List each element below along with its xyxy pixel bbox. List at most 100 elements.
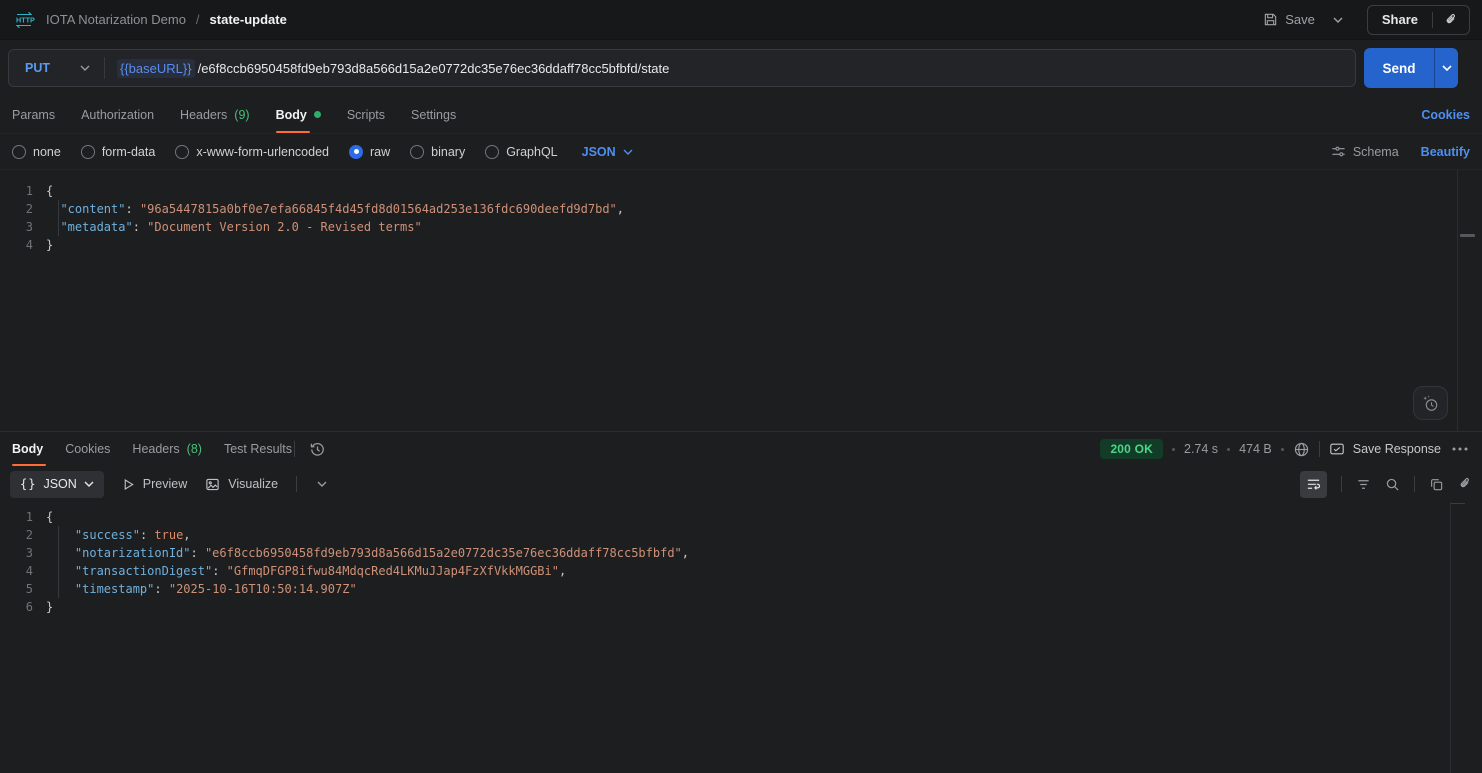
editor-scrollbar-thumb[interactable] <box>1460 234 1475 237</box>
raw-language-dropdown[interactable]: JSON <box>582 145 633 159</box>
body-type-graphql[interactable]: GraphQL <box>485 144 558 159</box>
body-type-form-data[interactable]: form-data <box>80 144 156 159</box>
breadcrumb: HTTP IOTA Notarization Demo / state-upda… <box>12 10 287 30</box>
tab-scripts[interactable]: Scripts <box>347 96 385 133</box>
indent-guide <box>58 526 59 598</box>
preview-button[interactable]: Preview <box>122 477 187 491</box>
status-badge[interactable]: 200 OK <box>1100 439 1163 459</box>
code-line: 4} <box>0 236 1482 254</box>
code-line: 3 "metadata": "Document Version 2.0 - Re… <box>0 218 1482 236</box>
more-options-button[interactable] <box>1450 445 1470 453</box>
save-response-button[interactable]: Save Response <box>1329 441 1441 457</box>
viewer-scroll-gutter <box>1450 502 1451 773</box>
response-header: Body Cookies Headers (8) Test Results 20… <box>0 432 1482 466</box>
body-type-binary[interactable]: binary <box>410 144 465 159</box>
url-path: /e6f8ccb6950458fd9eb793d8a566d15a2e0772d… <box>197 60 670 76</box>
tab-label: Params <box>12 107 56 122</box>
line-number: 2 <box>25 202 33 216</box>
tab-settings[interactable]: Settings <box>411 96 456 133</box>
tab-params[interactable]: Params <box>12 96 55 133</box>
beautify-button[interactable]: Beautify <box>1421 145 1470 159</box>
line-number: 6 <box>25 600 33 614</box>
copy-link-response-button[interactable] <box>1458 477 1472 491</box>
breadcrumb-request-name[interactable]: state-update <box>210 12 287 27</box>
code-line: 2 "success": true, <box>0 526 1482 544</box>
method-selector[interactable]: PUT <box>9 61 104 75</box>
url-variable-chip[interactable]: {{baseURL}} <box>117 58 195 78</box>
code-line: 1{ <box>0 508 1482 526</box>
braces-icon: {} <box>20 477 37 491</box>
copy-button[interactable] <box>1429 477 1444 492</box>
response-tab-body[interactable]: Body <box>12 432 47 466</box>
body-type-options: none form-data x-www-form-urlencoded raw… <box>12 144 633 159</box>
response-tab-cookies[interactable]: Cookies <box>65 432 110 466</box>
copy-link-button[interactable] <box>1433 6 1469 34</box>
copy-icon <box>1429 477 1444 492</box>
link-icon <box>1444 13 1458 27</box>
filter-button[interactable] <box>1356 477 1371 492</box>
response-tab-headers[interactable]: Headers (8) <box>132 432 202 466</box>
visualize-button[interactable]: Visualize <box>205 477 278 492</box>
chevron-down-icon <box>80 65 90 71</box>
network-button[interactable] <box>1293 441 1310 458</box>
tab-body[interactable]: Body <box>275 96 321 133</box>
tab-label: Settings <box>411 107 457 122</box>
response-size[interactable]: 474 B <box>1239 442 1272 456</box>
response-time[interactable]: 2.74 s <box>1184 442 1218 456</box>
request-body-code: 1{2 "content": "96a5447815a0bf0e7efa6684… <box>0 182 1482 254</box>
share-button[interactable]: Share <box>1368 12 1432 27</box>
radio-label: form-data <box>101 144 156 159</box>
wrap-text-button[interactable] <box>1300 470 1327 498</box>
tab-label: Body <box>275 107 307 122</box>
save-button[interactable]: Save <box>1261 8 1317 31</box>
response-tab-test-results[interactable]: Test Results <box>224 432 292 466</box>
request-body-editor[interactable]: 1{2 "content": "96a5447815a0bf0e7efa6684… <box>0 170 1482 431</box>
radio-icon <box>410 144 425 159</box>
view-options-chevron[interactable] <box>315 481 329 487</box>
response-body-viewer[interactable]: 1{2 "success": true, 3 "notarizationId": … <box>0 502 1482 773</box>
send-options-chevron[interactable] <box>1434 48 1458 88</box>
body-type-raw[interactable]: raw <box>349 144 390 159</box>
code-line: 6} <box>0 598 1482 616</box>
radio-icon <box>485 144 500 159</box>
separator-dot <box>1172 447 1175 451</box>
tab-label: Scripts <box>346 107 386 122</box>
sliders-icon <box>1331 144 1346 159</box>
tab-headers[interactable]: Headers (9) <box>180 96 250 133</box>
url-input[interactable]: {{baseURL}} /e6f8ccb6950458fd9eb793d8a56… <box>105 58 670 78</box>
body-type-urlencoded[interactable]: x-www-form-urlencoded <box>175 144 329 159</box>
response-tabs: Body Cookies Headers (8) Test Results <box>12 432 292 466</box>
visualize-label: Visualize <box>228 477 279 491</box>
request-tabs: Params Authorization Headers (9) Body Scr… <box>12 96 456 133</box>
link-icon <box>1458 477 1472 491</box>
code-line: 1{ <box>0 182 1482 200</box>
cookies-link[interactable]: Cookies <box>1421 96 1470 133</box>
divider <box>1414 476 1415 492</box>
line-number: 1 <box>25 510 33 524</box>
line-number: 3 <box>25 546 33 560</box>
save-options-chevron[interactable] <box>1327 13 1349 27</box>
filter-icon <box>1356 477 1371 492</box>
save-response-icon <box>1329 441 1345 457</box>
response-meta: 200 OK 2.74 s 474 B Save Response <box>1100 432 1470 466</box>
body-type-none[interactable]: none <box>12 144 61 159</box>
history-icon <box>309 441 326 458</box>
tab-label: Authorization <box>81 107 155 122</box>
tab-authorization[interactable]: Authorization <box>81 96 154 133</box>
search-button[interactable] <box>1385 477 1400 492</box>
tab-label: Headers <box>132 442 180 456</box>
response-format-dropdown[interactable]: {} JSON <box>10 470 104 498</box>
history-button[interactable] <box>309 441 326 458</box>
radio-label: none <box>33 144 61 159</box>
postbot-button[interactable] <box>1413 386 1448 420</box>
topbar: HTTP IOTA Notarization Demo / state-upda… <box>0 0 1482 40</box>
request-tabs-row: Params Authorization Headers (9) Body Scr… <box>0 96 1482 134</box>
image-icon <box>205 477 220 492</box>
search-icon <box>1385 477 1400 492</box>
schema-button[interactable]: Schema <box>1331 144 1399 159</box>
line-number: 1 <box>25 184 33 198</box>
line-number: 4 <box>25 564 33 578</box>
schema-label: Schema <box>1352 144 1399 159</box>
send-button[interactable]: Send <box>1364 48 1434 88</box>
breadcrumb-collection[interactable]: IOTA Notarization Demo <box>46 12 186 27</box>
